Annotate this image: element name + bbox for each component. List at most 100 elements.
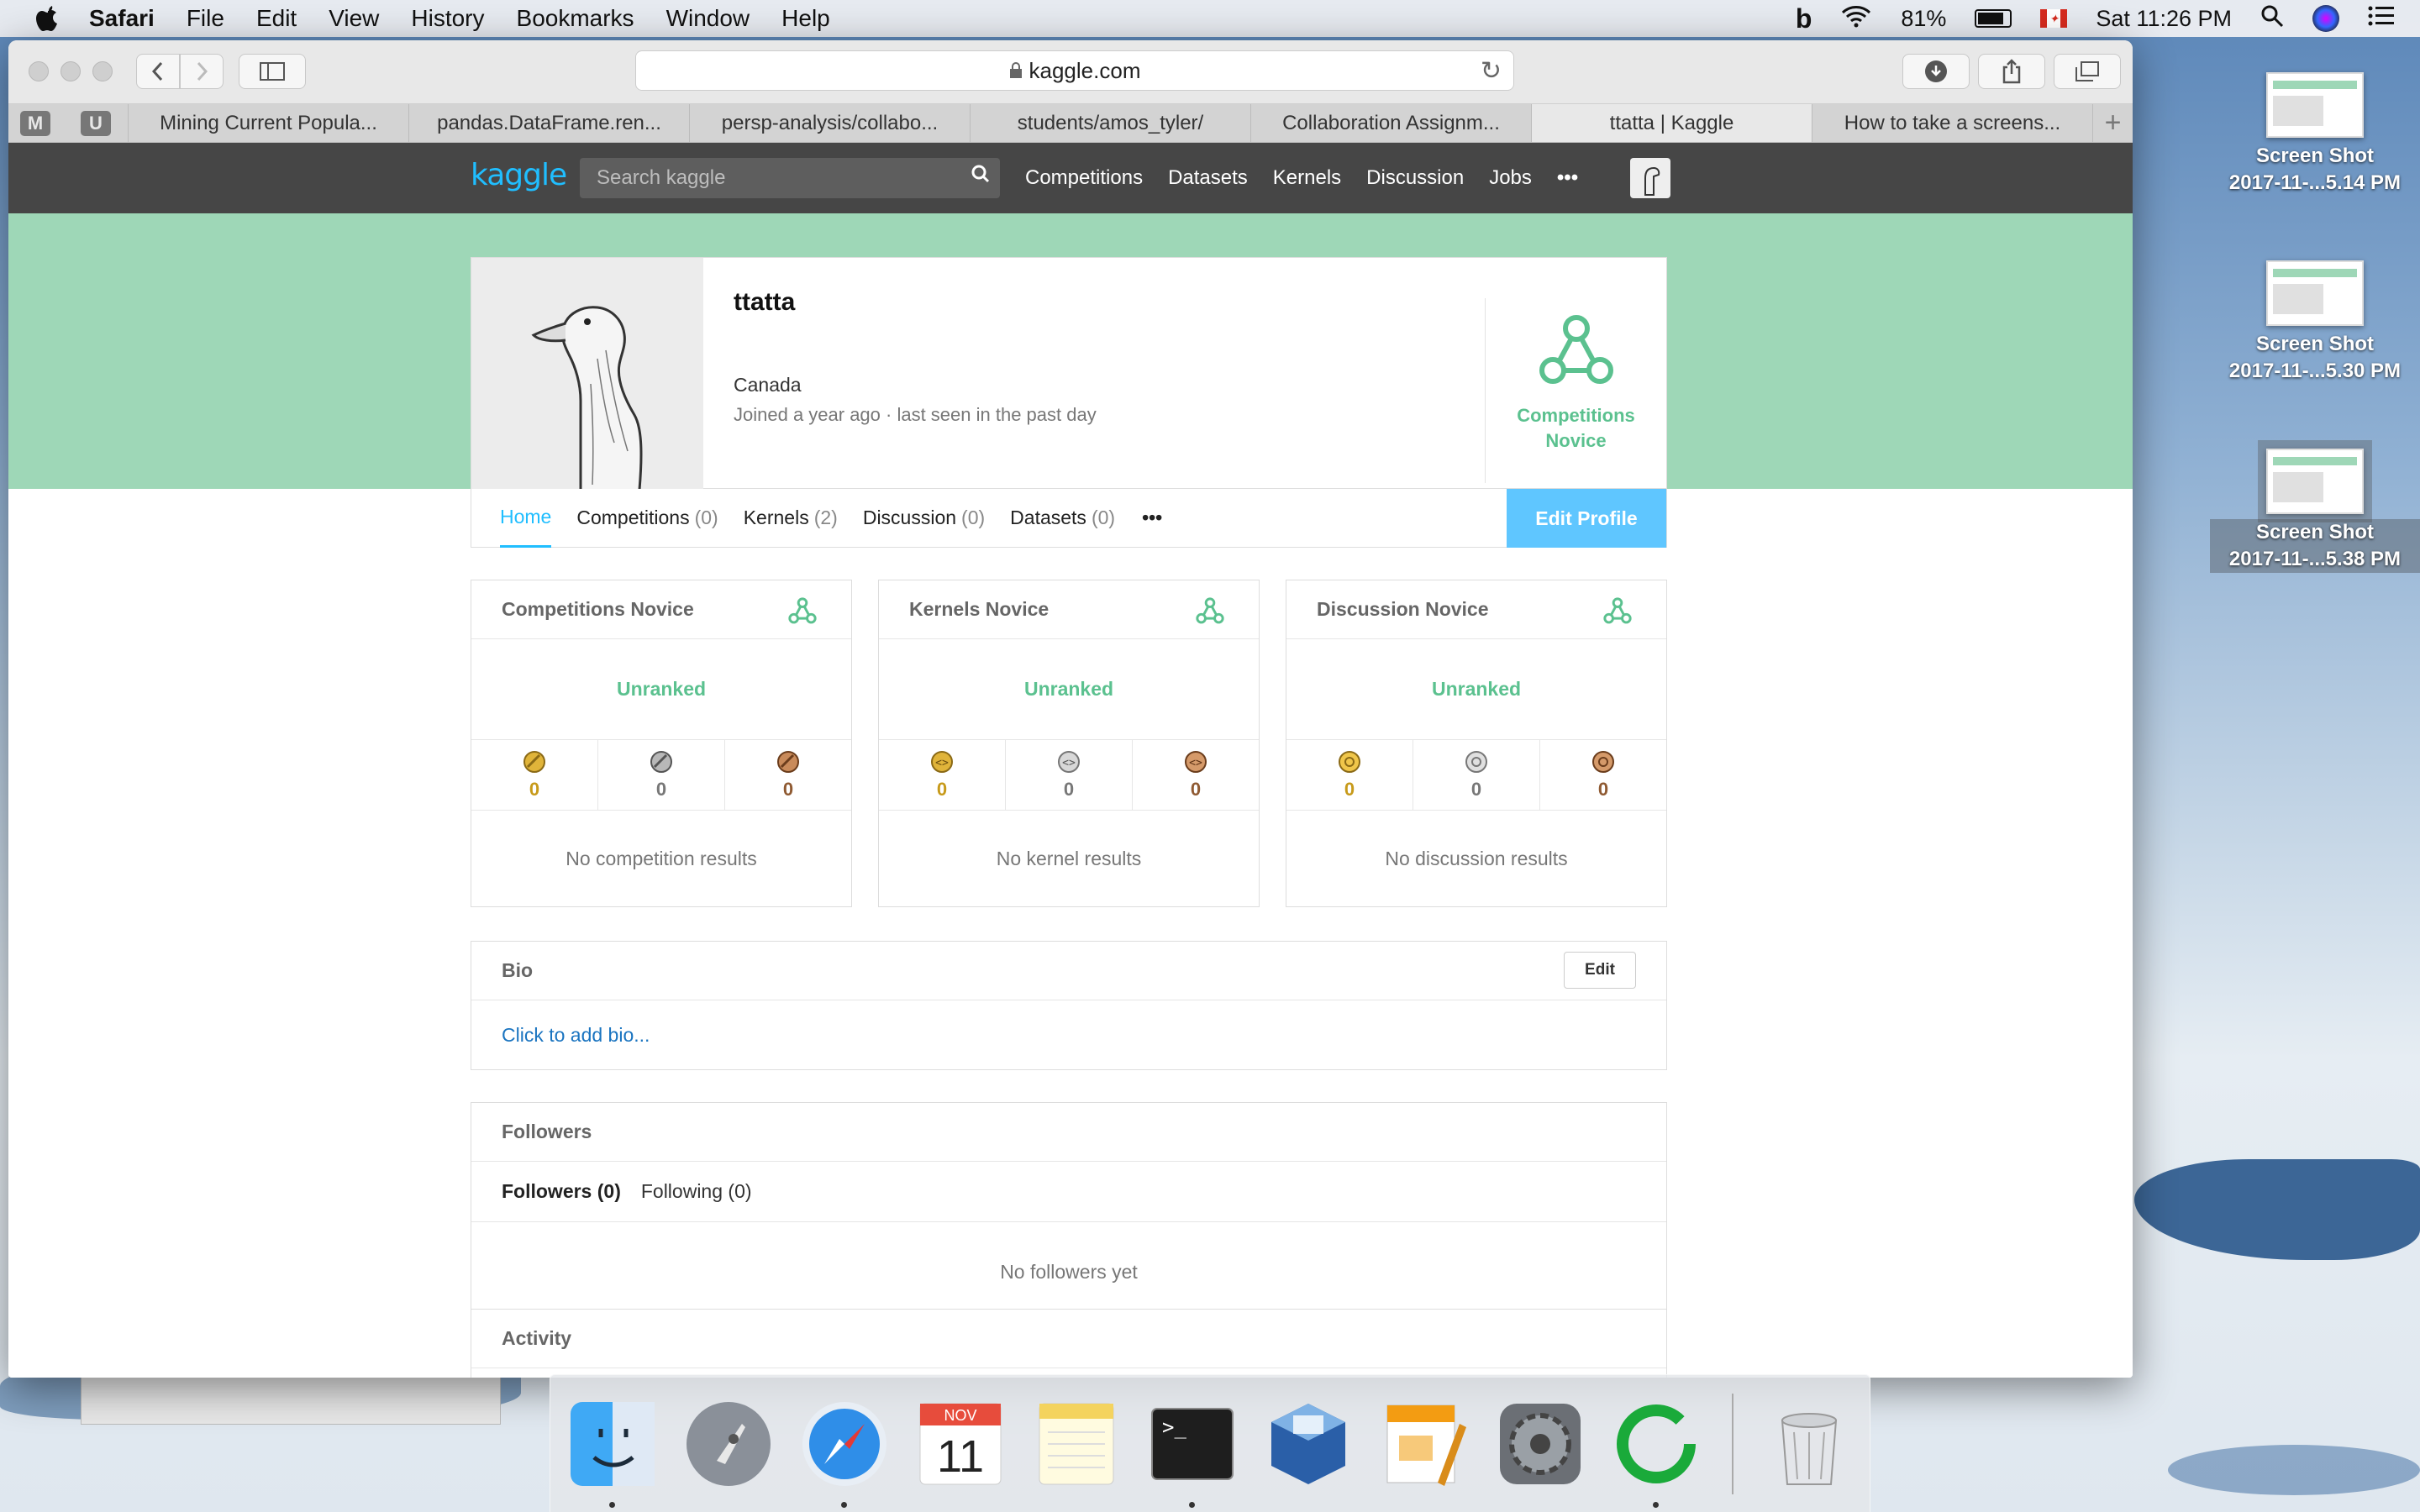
sidebar-toggle-button[interactable]: [239, 54, 306, 89]
virtualbox-icon[interactable]: [1263, 1399, 1354, 1489]
more-tabs-icon[interactable]: •••: [1142, 489, 1162, 548]
tab-followers[interactable]: Followers (0): [502, 1180, 621, 1203]
launchpad-icon[interactable]: [683, 1399, 774, 1489]
browser-tab[interactable]: Mining Current Popula...: [128, 104, 408, 142]
menu-file[interactable]: File: [187, 5, 224, 32]
search-input[interactable]: Search kaggle: [580, 158, 1000, 198]
silver-count: 0: [1470, 778, 1482, 800]
share-button[interactable]: [1978, 54, 2045, 89]
nav-datasets[interactable]: Datasets: [1168, 166, 1248, 190]
browser-tab-active[interactable]: ttatta | Kaggle: [1531, 104, 1812, 142]
calendar-icon[interactable]: NOV 11: [915, 1399, 1006, 1489]
profile-tabs: Home Competitions (0) Kernels (2) Discussi…: [471, 489, 1667, 548]
menu-view[interactable]: View: [329, 5, 379, 32]
menu-bookmarks[interactable]: Bookmarks: [517, 5, 634, 32]
menu-history[interactable]: History: [411, 5, 484, 32]
nav-discussion[interactable]: Discussion: [1366, 166, 1464, 190]
notification-center-icon[interactable]: [2368, 5, 2395, 33]
nav-kernels[interactable]: Kernels: [1273, 166, 1341, 190]
silver-count: 0: [655, 778, 667, 800]
canada-flag-icon[interactable]: ✦: [2040, 9, 2068, 28]
edit-bio-button[interactable]: Edit: [1564, 952, 1636, 989]
back-button[interactable]: [136, 54, 180, 89]
pages-icon[interactable]: [1379, 1399, 1470, 1489]
file-name-line2: 2017-11-...5.14 PM: [2228, 171, 2402, 194]
browser-tab[interactable]: How to take a screens...: [1812, 104, 2092, 142]
progress-app-icon[interactable]: [1611, 1399, 1702, 1508]
terminal-icon[interactable]: >_: [1147, 1399, 1238, 1508]
menu-edit[interactable]: Edit: [256, 5, 297, 32]
bronze-count: 0: [1190, 778, 1202, 800]
file-thumbnail: [2266, 260, 2364, 326]
user-avatar-button[interactable]: [1630, 158, 1670, 198]
browser-tab[interactable]: Collaboration Assignm...: [1250, 104, 1531, 142]
tab-following[interactable]: Following (0): [641, 1180, 752, 1203]
tab-competitions[interactable]: Competitions (0): [576, 489, 718, 548]
downloads-button[interactable]: [1902, 54, 1970, 89]
kaggle-navbar: kaggle Search kaggle Competitions Datase…: [8, 143, 2133, 213]
gold-count: 0: [1344, 778, 1355, 800]
nav-jobs[interactable]: Jobs: [1489, 166, 1532, 190]
kaggle-logo[interactable]: kaggle: [471, 158, 567, 192]
siri-icon[interactable]: [2312, 5, 2339, 32]
profile-username: ttatta: [734, 288, 796, 316]
nav-competitions[interactable]: Competitions: [1025, 166, 1143, 190]
tab-label: Kernels: [743, 507, 809, 528]
tab-home[interactable]: Home: [500, 489, 552, 548]
menu-help[interactable]: Help: [781, 5, 830, 32]
kernels-rank-card: Kernels Novice Unranked <> 0 <> 0 <> 0 No k…: [878, 580, 1260, 907]
battery-icon[interactable]: [1975, 9, 2012, 28]
tab-datasets[interactable]: Datasets (0): [1010, 489, 1115, 548]
reload-icon[interactable]: ↻: [1481, 56, 1502, 86]
wifi-icon[interactable]: [1840, 4, 1872, 34]
bronze-medal-icon: [777, 750, 799, 773]
add-bio-link[interactable]: Click to add bio...: [471, 1000, 1666, 1069]
zoom-window-button[interactable]: [92, 61, 113, 81]
tab-discussion[interactable]: Discussion (0): [863, 489, 985, 548]
address-bar[interactable]: kaggle.com ↻: [635, 50, 1514, 91]
discussion-rank-card: Discussion Novice Unranked 0 0 0 No disc…: [1286, 580, 1667, 907]
tab-count: (2): [813, 507, 838, 528]
desktop-file-screenshot-selected[interactable]: Screen Shot 2017-11-...5.38 PM: [2210, 440, 2420, 573]
tier-label-line2: Novice: [1545, 430, 1607, 451]
gold-medal-icon: [523, 750, 545, 773]
tab-home-label: Home: [500, 505, 552, 528]
file-name-line1: Screen Shot: [2255, 333, 2375, 355]
close-window-button[interactable]: [29, 61, 49, 81]
finder-icon[interactable]: [567, 1399, 658, 1508]
forward-button[interactable]: [180, 54, 224, 89]
minimize-window-button[interactable]: [60, 61, 81, 81]
safari-icon[interactable]: [799, 1399, 890, 1508]
notes-icon[interactable]: [1031, 1399, 1122, 1489]
trash-icon[interactable]: [1764, 1399, 1854, 1489]
nav-more-icon[interactable]: •••: [1557, 166, 1578, 190]
svg-text:<>: <>: [1062, 757, 1076, 769]
medal-counts: 0 0 0: [471, 740, 851, 811]
download-icon: [1925, 60, 1947, 82]
menubar: Safari File Edit View History Bookmarks …: [0, 0, 2420, 37]
desktop-file-screenshot[interactable]: Screen Shot 2017-11-...5.30 PM: [2210, 260, 2420, 385]
system-preferences-icon[interactable]: [1495, 1399, 1586, 1489]
menu-window[interactable]: Window: [666, 5, 750, 32]
pinned-tab[interactable]: U: [81, 111, 111, 136]
file-thumbnail: [2266, 72, 2364, 138]
new-tab-button[interactable]: +: [2092, 104, 2133, 142]
pinned-tab[interactable]: M: [20, 111, 50, 136]
search-icon[interactable]: [971, 163, 990, 189]
edit-profile-button[interactable]: Edit Profile: [1507, 489, 1666, 548]
no-results-text: No kernel results: [996, 847, 1142, 869]
novice-tier-icon: [788, 597, 817, 624]
desktop-file-screenshot[interactable]: Screen Shot 2017-11-...5.14 PM: [2210, 72, 2420, 197]
browser-tab[interactable]: persp-analysis/collabo...: [689, 104, 970, 142]
browser-tab[interactable]: students/amos_tyler/: [970, 104, 1250, 142]
bing-icon[interactable]: b: [1796, 3, 1812, 34]
tab-kernels[interactable]: Kernels (2): [744, 489, 838, 548]
rank-status: Unranked: [471, 639, 851, 740]
spotlight-search-icon[interactable]: [2260, 4, 2284, 34]
apple-menu-icon[interactable]: [34, 4, 62, 33]
tab-overview-button[interactable]: [2054, 54, 2121, 89]
clock[interactable]: Sat 11:26 PM: [2096, 6, 2232, 32]
browser-tab[interactable]: pandas.DataFrame.ren...: [408, 104, 689, 142]
medal-counts: 0 0 0: [1286, 740, 1666, 811]
menu-app-name[interactable]: Safari: [89, 5, 155, 32]
